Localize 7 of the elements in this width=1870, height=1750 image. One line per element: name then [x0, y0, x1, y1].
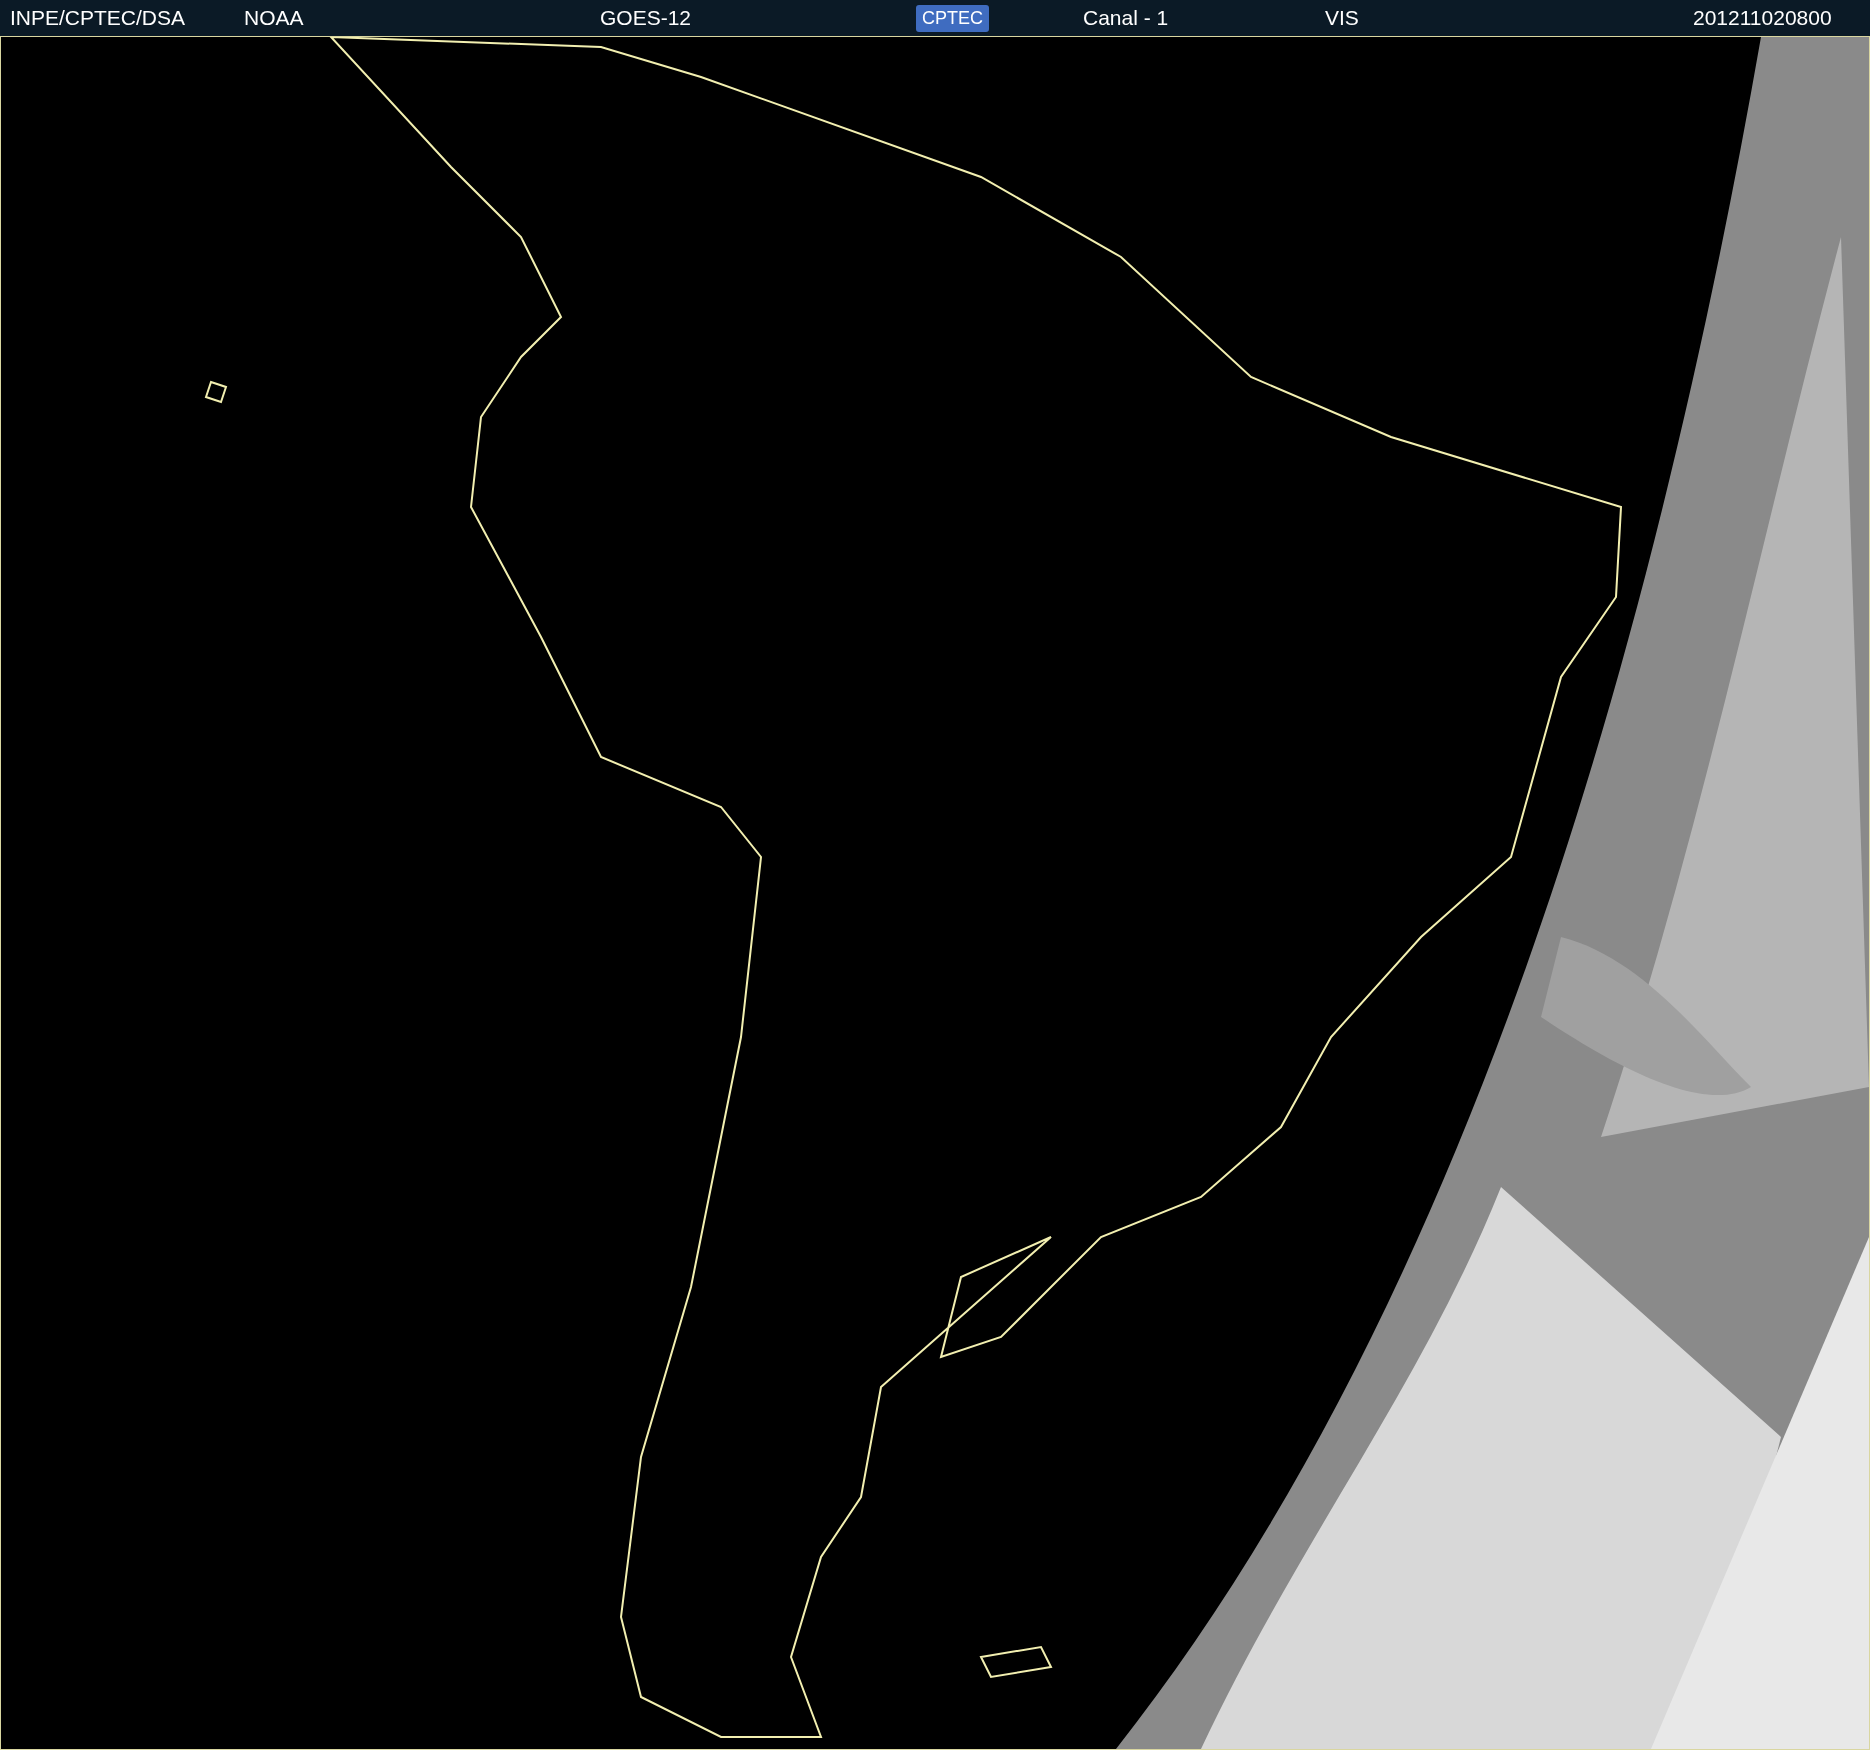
timestamp-label: 201211020800: [1693, 6, 1832, 30]
source-label: INPE/CPTEC/DSA: [10, 6, 187, 30]
band-label: VIS: [1325, 6, 1360, 30]
agency-label: NOAA: [244, 6, 305, 30]
channel-label: Canal - 1: [1083, 6, 1170, 30]
logo: CPTEC: [916, 4, 989, 32]
satellite-label: GOES-12: [600, 6, 693, 30]
